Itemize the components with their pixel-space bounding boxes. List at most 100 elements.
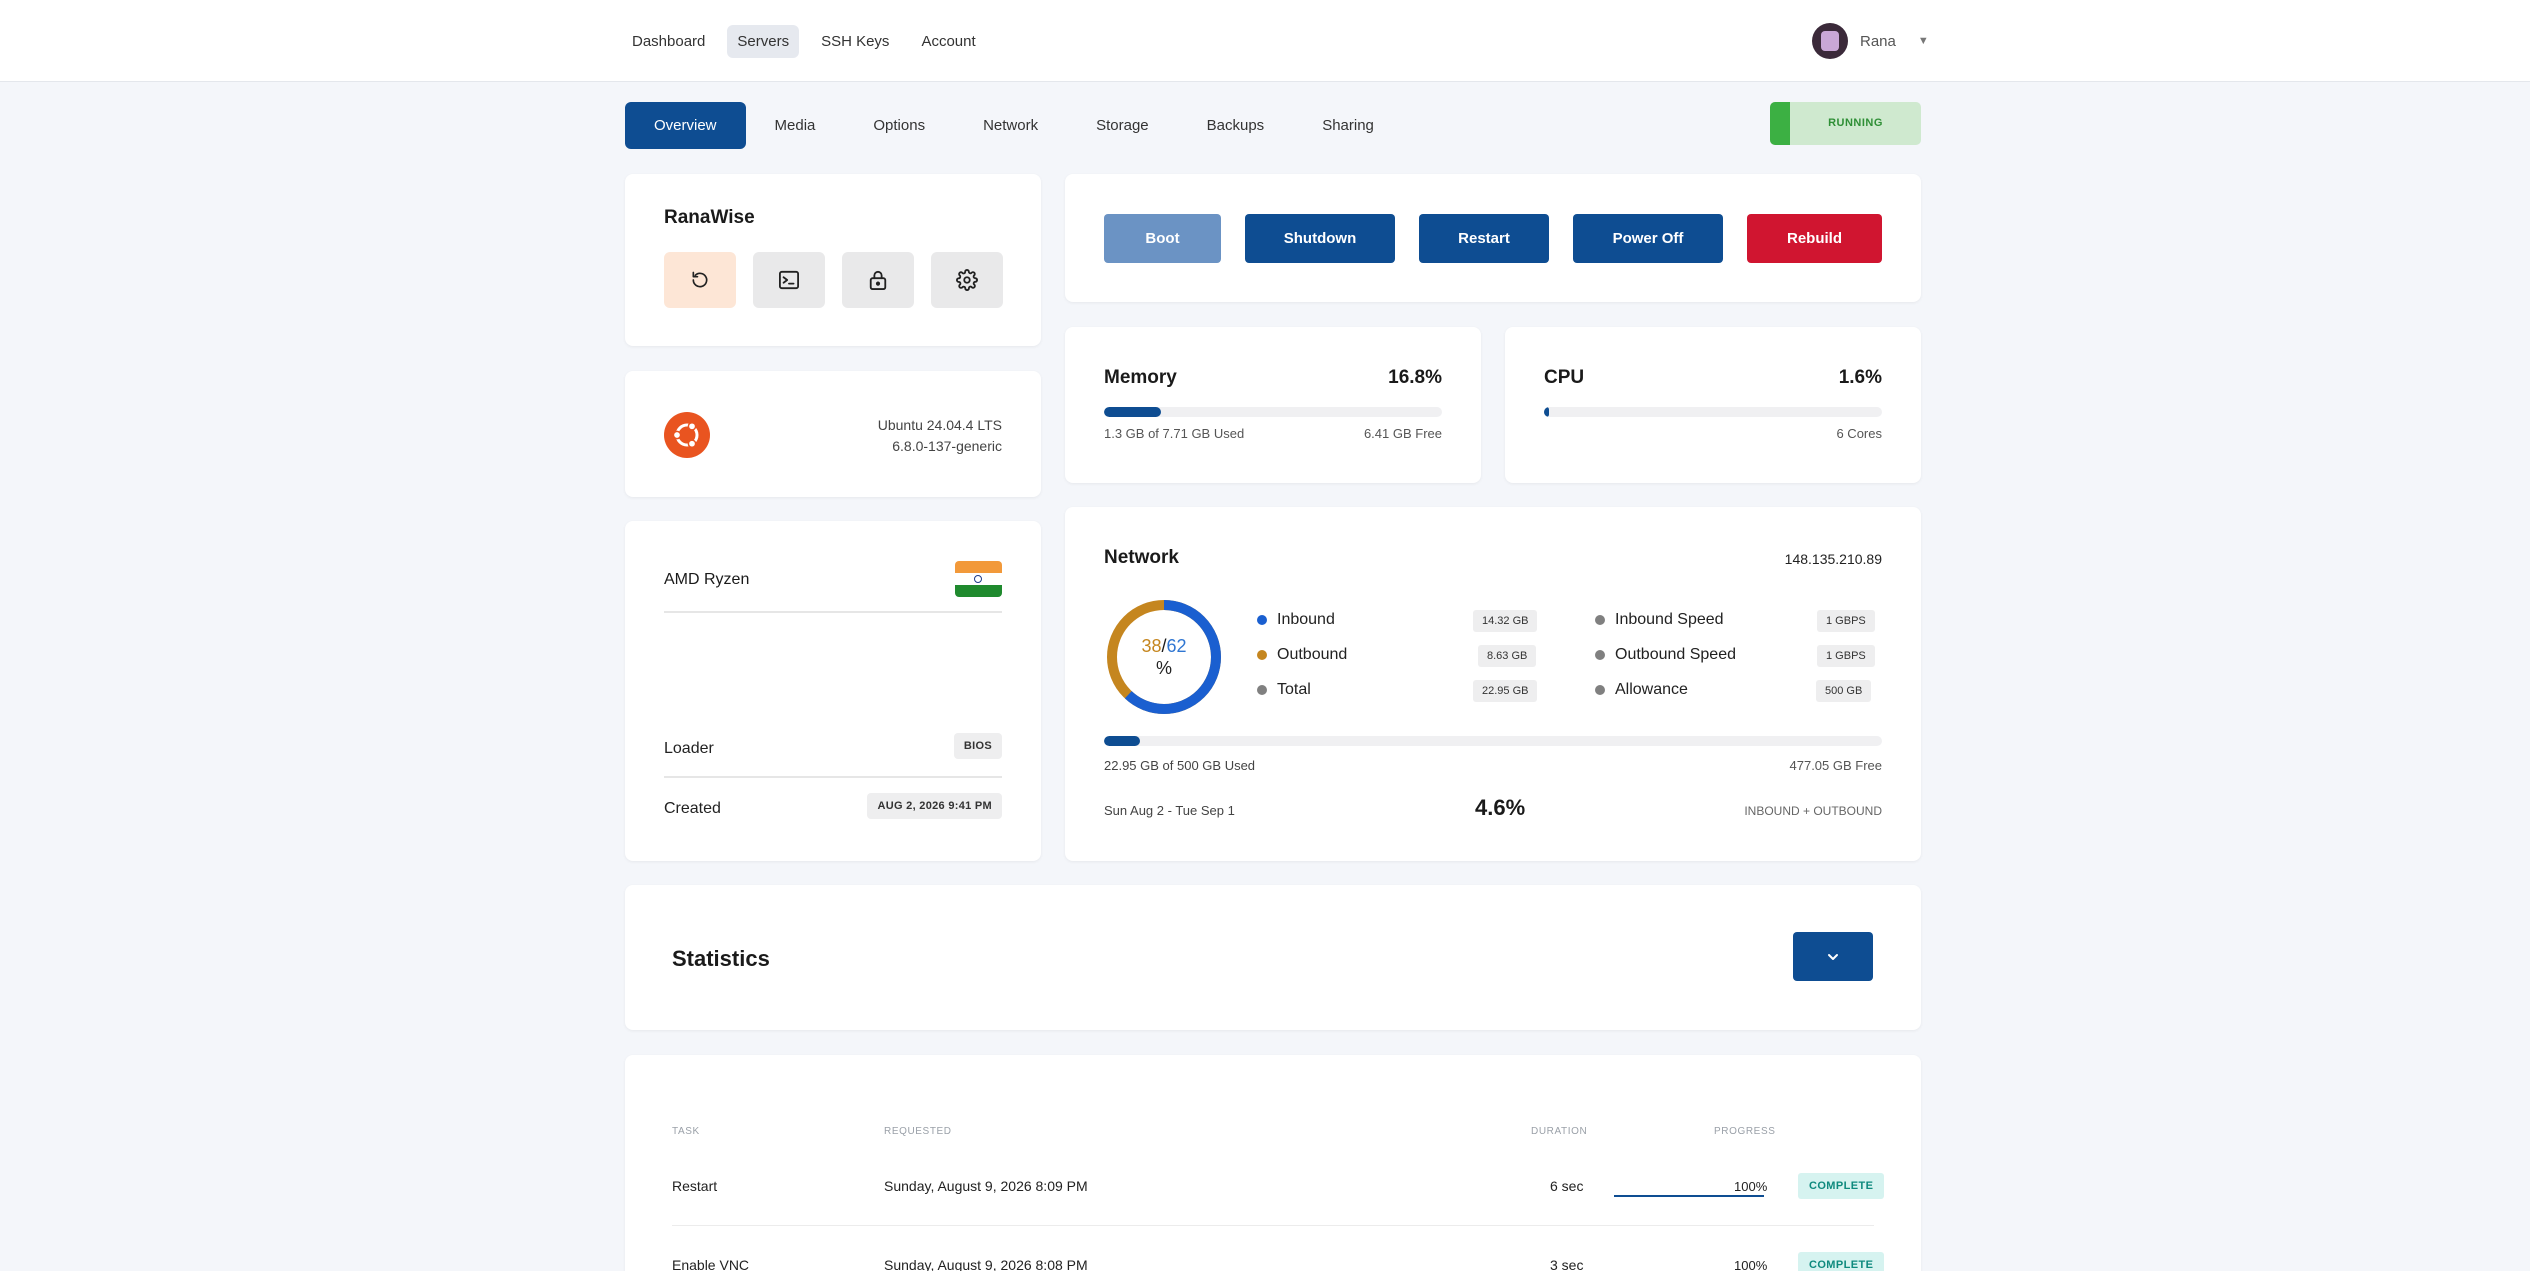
legend-outbound-value: 8.63 GB <box>1478 645 1537 667</box>
total-dot-icon <box>1257 685 1267 695</box>
server-tabs: Overview Media Options Network Storage B… <box>625 102 1403 149</box>
donut-unit: % <box>1155 658 1172 678</box>
limit-outbound-speed-label: Outbound Speed <box>1615 646 1736 663</box>
col-task: TASK <box>672 1126 700 1137</box>
task-duration: 6 sec <box>1550 1178 1584 1194</box>
task-status-badge: COMPLETE <box>1798 1252 1885 1271</box>
row-divider <box>672 1225 1874 1226</box>
bandwidth-percent: 4.6% <box>1475 795 1526 820</box>
power-off-button[interactable]: Power Off <box>1573 214 1723 263</box>
quick-actions <box>664 252 1003 308</box>
settings-button[interactable] <box>931 252 1003 308</box>
os-card: Ubuntu 24.04.4 LTS 6.8.0-137-generic <box>625 371 1041 497</box>
ubuntu-logo-icon <box>664 412 710 458</box>
limit-outbound-speed: Outbound Speed <box>1595 646 1736 664</box>
legend-total-label: Total <box>1277 681 1311 698</box>
legend-total: Total <box>1257 681 1311 699</box>
chevron-down-icon[interactable]: ▼ <box>1918 35 1929 47</box>
outbound-speed-dot-icon <box>1595 650 1605 660</box>
legend-inbound-label: Inbound <box>1277 611 1335 628</box>
cpu-progress-bar <box>1544 407 1882 417</box>
cpu-percent: 1.6% <box>1838 367 1882 388</box>
reinstall-button[interactable] <box>664 252 736 308</box>
password-button[interactable] <box>842 252 914 308</box>
billing-period: Sun Aug 2 - Tue Sep 1 <box>1104 803 1235 818</box>
legend-outbound-label: Outbound <box>1277 646 1348 663</box>
lock-icon <box>869 270 887 290</box>
gear-icon <box>956 269 978 291</box>
nav-dashboard[interactable]: Dashboard <box>622 25 715 58</box>
memory-percent: 16.8% <box>1388 367 1442 388</box>
col-requested: REQUESTED <box>884 1126 952 1137</box>
task-progress-value: 100% <box>1734 1179 1768 1194</box>
cpu-progress-fill <box>1544 407 1550 417</box>
console-button[interactable] <box>753 252 825 308</box>
chevron-down-icon <box>1828 953 1838 960</box>
tab-network[interactable]: Network <box>954 102 1067 149</box>
nav-servers[interactable]: Servers <box>727 25 800 58</box>
task-requested: Sunday, August 9, 2026 8:08 PM <box>884 1257 1088 1271</box>
tab-storage[interactable]: Storage <box>1067 102 1178 149</box>
inbound-dot-icon <box>1257 615 1267 625</box>
limit-allowance: Allowance <box>1595 681 1688 699</box>
bandwidth-progress-bar <box>1104 736 1882 746</box>
terminal-icon <box>779 270 799 290</box>
legend-inbound-value: 14.32 GB <box>1473 610 1538 632</box>
boot-button[interactable]: Boot <box>1104 214 1221 263</box>
status-badge: RUNNING <box>1770 102 1921 145</box>
donut-outbound-value: 38 <box>1141 636 1162 656</box>
task-progress-bar <box>1614 1195 1764 1197</box>
col-progress: PROGRESS <box>1714 1126 1776 1137</box>
avatar[interactable] <box>1812 23 1848 59</box>
os-kernel: 6.8.0-137-generic <box>892 438 1002 454</box>
ip-address: 148.135.210.89 <box>1784 551 1882 567</box>
col-duration: DURATION <box>1531 1126 1588 1137</box>
tab-options[interactable]: Options <box>844 102 954 149</box>
loader-label: Loader <box>664 740 714 757</box>
divider <box>664 776 1002 778</box>
divider <box>664 611 1002 613</box>
task-status-badge: COMPLETE <box>1798 1173 1885 1199</box>
memory-progress-fill <box>1104 407 1161 417</box>
memory-used: 1.3 GB of 7.71 GB Used <box>1104 426 1245 441</box>
limit-outbound-speed-value: 1 GBPS <box>1817 645 1875 667</box>
status-label: RUNNING <box>1828 117 1883 129</box>
nav-ssh-keys[interactable]: SSH Keys <box>811 25 899 58</box>
os-name: Ubuntu 24.04.4 LTS <box>877 417 1002 433</box>
created-value: AUG 2, 2026 9:41 PM <box>867 793 1002 819</box>
shutdown-button[interactable]: Shutdown <box>1245 214 1395 263</box>
status-indicator <box>1770 102 1790 145</box>
allowance-dot-icon <box>1595 685 1605 695</box>
server-name: RanaWise <box>664 207 755 228</box>
os-info: Ubuntu 24.04.4 LTS 6.8.0-137-generic <box>878 415 1002 457</box>
donut-label: 38/62 % <box>1104 635 1224 679</box>
limit-inbound-speed-label: Inbound Speed <box>1615 611 1724 628</box>
user-name[interactable]: Rana <box>1860 33 1896 50</box>
task-requested: Sunday, August 9, 2026 8:09 PM <box>884 1178 1088 1194</box>
nav-account[interactable]: Account <box>911 25 985 58</box>
loader-value: BIOS <box>953 733 1002 759</box>
legend-total-value: 22.95 GB <box>1473 680 1538 702</box>
bandwidth-basis: INBOUND + OUTBOUND <box>1744 804 1882 818</box>
network-card: Network 148.135.210.89 38/62 % Inbound 1… <box>1065 507 1921 861</box>
tab-sharing[interactable]: Sharing <box>1293 102 1403 149</box>
refresh-icon <box>692 271 708 288</box>
rebuild-button[interactable]: Rebuild <box>1747 214 1882 263</box>
limit-inbound-speed: Inbound Speed <box>1595 611 1724 629</box>
statistics-toggle-button[interactable] <box>1793 932 1873 981</box>
task-progress-fill <box>1614 1195 1764 1197</box>
tab-backups[interactable]: Backups <box>1178 102 1294 149</box>
memory-free: 6.41 GB Free <box>1363 426 1442 441</box>
tab-media[interactable]: Media <box>746 102 845 149</box>
cpu-model: AMD Ryzen <box>664 571 750 588</box>
india-flag-icon <box>955 561 1002 597</box>
legend-outbound: Outbound <box>1257 646 1347 664</box>
tasks-card: TASK REQUESTED DURATION PROGRESS Restart… <box>625 1055 1921 1271</box>
cpu-title: CPU <box>1544 367 1585 388</box>
bandwidth-used: 22.95 GB of 500 GB Used <box>1104 758 1256 773</box>
restart-button[interactable]: Restart <box>1419 214 1549 263</box>
user-menu[interactable]: Rana ▼ <box>1812 23 1929 59</box>
created-label: Created <box>664 800 721 817</box>
legend-inbound: Inbound <box>1257 611 1335 629</box>
tab-overview[interactable]: Overview <box>625 102 746 149</box>
